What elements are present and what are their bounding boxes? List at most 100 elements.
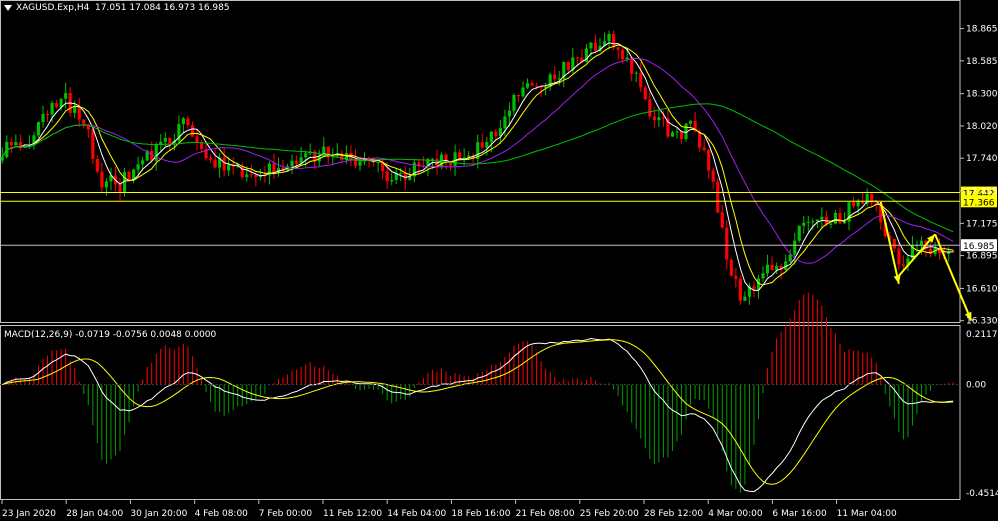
candle-body bbox=[829, 223, 833, 225]
candle-body bbox=[670, 132, 675, 137]
x-tick-label: 18 Feb 16:00 bbox=[451, 509, 510, 519]
candle-body bbox=[390, 179, 394, 182]
candle-body bbox=[100, 171, 104, 188]
level-label-tag: 16.985 bbox=[961, 239, 997, 252]
dropdown-triangle-icon[interactable] bbox=[4, 4, 12, 11]
candle-body bbox=[512, 94, 516, 111]
x-tick-label: 28 Jan 04:00 bbox=[66, 509, 123, 519]
candle-body bbox=[304, 153, 308, 158]
macd-y-tick-label: 0.00 bbox=[966, 381, 986, 391]
candle-body bbox=[290, 160, 294, 167]
chart[interactable]: 17.44217.36616.98518.86518.58518.30018.0… bbox=[0, 0, 998, 521]
candle-body bbox=[376, 162, 380, 164]
candle-body bbox=[245, 174, 249, 178]
y-tick-label: 17.740 bbox=[966, 154, 998, 164]
candle-body bbox=[249, 174, 253, 176]
y-tick-label: 17.455 bbox=[966, 187, 998, 197]
candle-body bbox=[797, 225, 801, 241]
candle-body bbox=[453, 152, 457, 166]
candle-body bbox=[621, 49, 625, 60]
candle-body bbox=[195, 136, 199, 143]
candle-body bbox=[897, 248, 901, 265]
candle-body bbox=[516, 94, 521, 97]
candle-body bbox=[154, 144, 158, 161]
candle-body bbox=[403, 172, 407, 180]
candle-body bbox=[738, 278, 742, 301]
candle-body bbox=[190, 125, 195, 137]
candle-body bbox=[208, 158, 213, 160]
candle-body bbox=[14, 142, 18, 146]
candle-body bbox=[430, 158, 435, 160]
candle-body bbox=[607, 33, 611, 42]
candle-body bbox=[892, 238, 896, 249]
y-tick-label: 17.175 bbox=[966, 219, 998, 229]
y-tick-label: 18.865 bbox=[966, 25, 998, 35]
candle-body bbox=[575, 57, 579, 59]
candle-body bbox=[802, 222, 806, 226]
candle-body bbox=[448, 163, 453, 166]
candle-body bbox=[725, 227, 729, 260]
candle-body bbox=[838, 213, 842, 224]
x-tick-label: 14 Feb 04:00 bbox=[387, 509, 446, 519]
candle-body bbox=[711, 170, 715, 182]
candle-body bbox=[50, 103, 54, 115]
candle-body bbox=[530, 83, 534, 86]
candle-body bbox=[199, 142, 204, 150]
x-tick-label: 4 Mar 00:00 bbox=[708, 509, 763, 519]
candle-body bbox=[593, 42, 598, 51]
candle-body bbox=[41, 113, 45, 123]
candle-body bbox=[118, 184, 122, 192]
candle-body bbox=[55, 103, 59, 108]
candle-body bbox=[417, 162, 421, 166]
candle-body bbox=[793, 240, 797, 255]
candle-body bbox=[553, 74, 557, 80]
candle-body bbox=[507, 110, 512, 117]
candle-body bbox=[815, 219, 819, 222]
candle-body bbox=[480, 142, 484, 148]
candle-body bbox=[485, 142, 489, 148]
candle-body bbox=[82, 119, 86, 125]
candle-body bbox=[698, 131, 702, 148]
y-tick-label: 18.020 bbox=[966, 122, 998, 132]
candle-body bbox=[833, 213, 838, 224]
x-tick-label: 25 Feb 20:00 bbox=[580, 509, 639, 519]
x-tick-label: 21 Feb 08:00 bbox=[516, 509, 575, 519]
candle-body bbox=[163, 137, 167, 142]
candle-body bbox=[213, 159, 217, 168]
candle-body bbox=[675, 131, 679, 133]
candle-body bbox=[186, 118, 190, 126]
signal-line bbox=[2, 339, 954, 485]
candle-body bbox=[612, 33, 616, 48]
candle-body bbox=[765, 264, 770, 274]
macd-y-tick-label: 0.2117 bbox=[966, 330, 998, 340]
candle-body bbox=[720, 212, 724, 228]
candle-body bbox=[168, 137, 172, 144]
y-tick-label: 16.330 bbox=[966, 317, 998, 327]
candle-body bbox=[141, 160, 145, 165]
candle-body bbox=[64, 93, 68, 99]
x-tick-label: 7 Feb 00:00 bbox=[259, 509, 313, 519]
candle-body bbox=[743, 296, 747, 301]
candle-body bbox=[761, 273, 765, 279]
candle-body bbox=[679, 131, 684, 140]
macd-y-tick-label: -0.4514 bbox=[966, 489, 998, 499]
candle-body bbox=[788, 254, 792, 262]
candle-body bbox=[806, 221, 810, 223]
macd-line bbox=[2, 337, 954, 493]
candle-body bbox=[820, 216, 824, 220]
candle-body bbox=[95, 159, 99, 172]
candle-body bbox=[919, 240, 924, 245]
candle-body bbox=[91, 129, 95, 160]
candle-body bbox=[181, 118, 185, 125]
y-tick-label: 16.895 bbox=[966, 252, 998, 262]
candle-body bbox=[399, 172, 403, 174]
candle-body bbox=[494, 131, 498, 137]
candle-body bbox=[295, 160, 299, 164]
x-tick-label: 11 Mar 04:00 bbox=[837, 509, 897, 519]
candle-body bbox=[734, 275, 738, 279]
y-tick-label: 18.585 bbox=[966, 57, 998, 67]
candle-body bbox=[634, 72, 638, 74]
candle-body bbox=[254, 174, 258, 178]
macd-frame bbox=[0, 325, 961, 500]
candle-body bbox=[45, 113, 50, 115]
